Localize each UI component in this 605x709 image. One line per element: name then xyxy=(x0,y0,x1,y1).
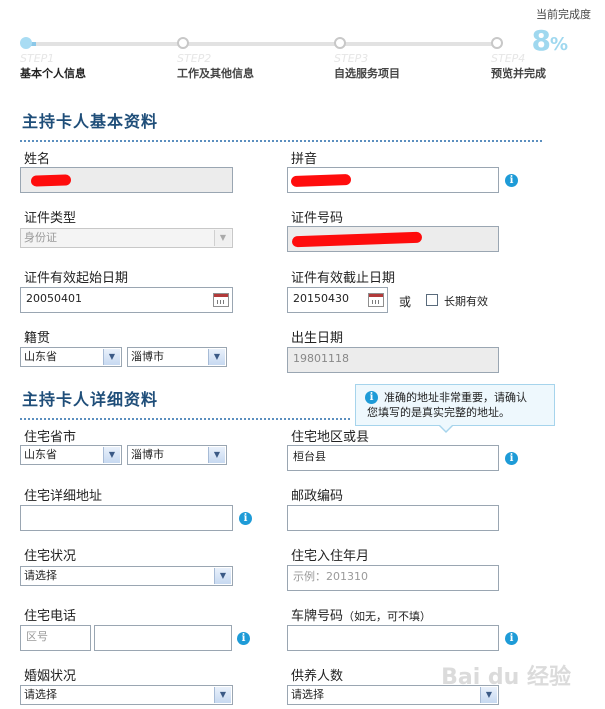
birth-label: 出生日期 xyxy=(291,331,344,346)
pinyin-redaction xyxy=(290,173,352,188)
id-type-select: 身份证 ▼ xyxy=(20,228,233,248)
marital-select[interactable]: 请选择 ▼ xyxy=(20,685,233,705)
id-end-value: 20150430 xyxy=(293,292,349,305)
plate-label: 车牌号码（如无，可不填） xyxy=(291,605,431,624)
step4-dot-icon xyxy=(491,37,503,49)
name-field xyxy=(20,167,233,193)
pinyin-info-icon[interactable]: i xyxy=(505,174,518,187)
id-type-label: 证件类型 xyxy=(24,211,77,226)
phone-info-icon[interactable]: i xyxy=(237,632,250,645)
id-number-label: 证件号码 xyxy=(291,211,344,226)
district-info-icon[interactable]: i xyxy=(505,452,518,465)
tooltip-line2: 您填写的是真实完整的地址。 xyxy=(367,406,510,419)
home-district-field[interactable]: 桓台县 xyxy=(287,445,499,471)
detail-section-divider xyxy=(20,418,350,420)
step2-dot-icon xyxy=(177,37,189,49)
step4-name: 预览并完成 xyxy=(491,67,546,80)
home-address-label: 住宅详细地址 xyxy=(24,489,103,504)
postcode-label: 邮政编码 xyxy=(291,489,344,504)
plate-hint: （如无，可不填） xyxy=(343,610,432,623)
step2-ghost: STEP2 xyxy=(177,52,212,65)
move-in-label: 住宅入住年月 xyxy=(291,549,370,564)
id-start-date-field[interactable]: 20050401 xyxy=(20,287,233,313)
step4-ghost: STEP4 xyxy=(491,52,526,65)
home-address-field[interactable] xyxy=(20,505,233,531)
calendar-icon[interactable] xyxy=(368,293,384,307)
dependents-label: 供养人数 xyxy=(291,669,344,684)
id-start-value: 20050401 xyxy=(26,292,82,305)
chevron-down-icon: ▼ xyxy=(208,349,225,365)
native-label: 籍贯 xyxy=(24,331,51,346)
dependents-value: 请选择 xyxy=(291,688,324,701)
step3-ghost: STEP3 xyxy=(334,52,369,65)
basic-section-divider xyxy=(20,140,542,142)
progress-track xyxy=(26,42,498,46)
step1-name: 基本个人信息 xyxy=(20,67,86,80)
basic-section-title: 主持卡人基本资料 xyxy=(22,112,159,131)
tooltip-info-icon: i xyxy=(365,391,378,404)
id-start-label: 证件有效起始日期 xyxy=(24,271,129,286)
home-city-value: 淄博市 xyxy=(131,448,164,461)
chevron-down-icon: ▼ xyxy=(214,230,231,246)
step3-dot-icon xyxy=(334,37,346,49)
home-province-select[interactable]: 山东省 ▼ xyxy=(20,445,122,465)
plate-label-text: 车牌号码 xyxy=(291,609,344,624)
id-type-value: 身份证 xyxy=(24,231,57,244)
watermark: Bai du 经验 xyxy=(441,665,571,690)
marital-value: 请选择 xyxy=(24,688,57,701)
id-end-label: 证件有效截止日期 xyxy=(291,271,396,286)
move-in-placeholder: 示例：201310 xyxy=(293,570,368,583)
marital-label: 婚姻状况 xyxy=(24,669,77,684)
detail-section-title: 主持卡人详细资料 xyxy=(22,390,159,409)
pinyin-label: 拼音 xyxy=(291,152,318,167)
phone-number-field[interactable] xyxy=(94,625,232,651)
plate-field[interactable] xyxy=(287,625,499,651)
chevron-down-icon: ▼ xyxy=(208,447,225,463)
home-city-select[interactable]: 淄博市 ▼ xyxy=(127,445,227,465)
long-term-checkbox[interactable] xyxy=(426,294,438,306)
native-city-value: 淄博市 xyxy=(131,350,164,363)
step3-name: 自选服务项目 xyxy=(334,67,400,80)
id-number-field xyxy=(287,226,499,252)
phone-label: 住宅电话 xyxy=(24,609,77,624)
chevron-down-icon: ▼ xyxy=(214,687,231,703)
native-province-select[interactable]: 山东省 ▼ xyxy=(20,347,122,367)
chevron-down-icon: ▼ xyxy=(103,349,120,365)
tooltip-pointer-inner xyxy=(439,424,453,431)
plate-info-icon[interactable]: i xyxy=(505,632,518,645)
progress-value: 8% xyxy=(531,24,568,57)
progress-label: 当前完成度 xyxy=(536,8,591,21)
step1-ghost: STEP1 xyxy=(20,52,55,65)
pinyin-field[interactable] xyxy=(287,167,499,193)
home-province-value: 山东省 xyxy=(24,448,57,461)
home-district-value: 桓台县 xyxy=(293,450,326,463)
address-info-icon[interactable]: i xyxy=(239,512,252,525)
name-label: 姓名 xyxy=(24,152,51,167)
tooltip-line1: 准确的地址非常重要，请确认 xyxy=(384,391,527,404)
calendar-icon[interactable] xyxy=(213,293,229,307)
address-tooltip: i 准确的地址非常重要，请确认 您填写的是真实完整的地址。 xyxy=(355,384,555,426)
postcode-field[interactable] xyxy=(287,505,499,531)
birth-date-field: 19801118 xyxy=(287,347,499,373)
home-district-label: 住宅地区或县 xyxy=(291,430,370,445)
home-province-label: 住宅省市 xyxy=(24,430,77,445)
area-code-field[interactable]: 区号 xyxy=(20,625,91,651)
chevron-down-icon: ▼ xyxy=(214,568,231,584)
home-status-value: 请选择 xyxy=(24,569,57,582)
area-code-placeholder: 区号 xyxy=(26,630,48,643)
id-number-redaction xyxy=(291,231,423,248)
step1-dot-icon xyxy=(20,37,32,49)
native-city-select[interactable]: 淄博市 ▼ xyxy=(127,347,227,367)
long-term-label: 长期有效 xyxy=(444,295,488,308)
chevron-down-icon: ▼ xyxy=(103,447,120,463)
move-in-field[interactable]: 示例：201310 xyxy=(287,565,499,591)
or-text: 或 xyxy=(399,295,412,309)
step2-name: 工作及其他信息 xyxy=(177,67,254,80)
name-redaction xyxy=(30,174,72,187)
home-status-label: 住宅状况 xyxy=(24,549,77,564)
home-status-select[interactable]: 请选择 ▼ xyxy=(20,566,233,586)
native-province-value: 山东省 xyxy=(24,350,57,363)
birth-value: 19801118 xyxy=(293,352,349,365)
